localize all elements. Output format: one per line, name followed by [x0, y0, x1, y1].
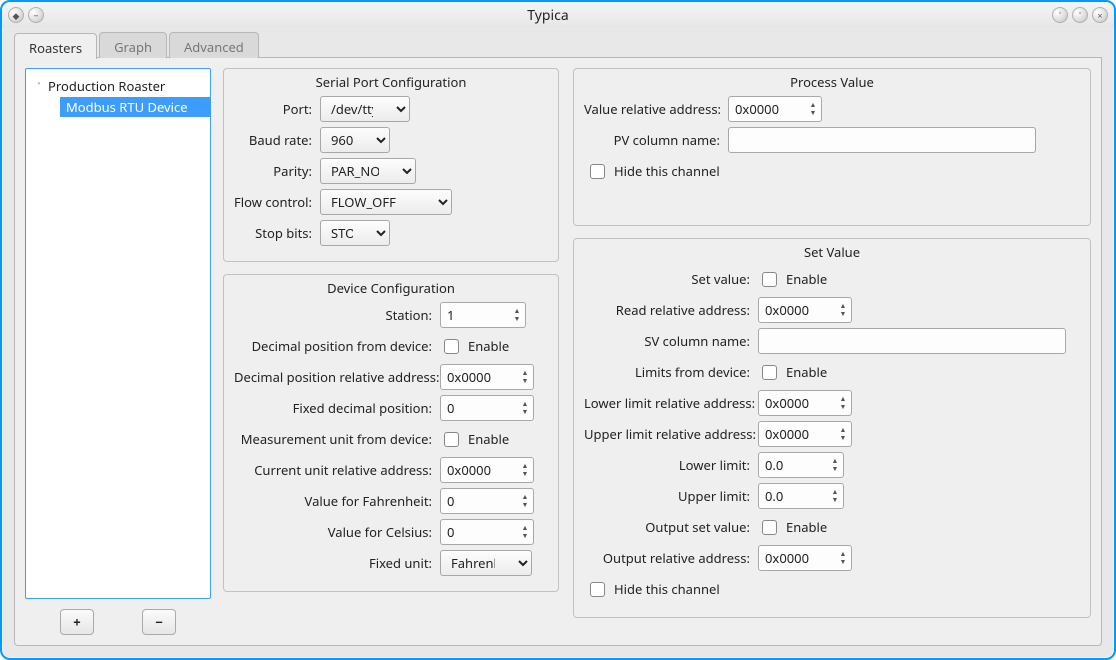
titlebar: ◆ − Typica ˅ ˄ ×	[2, 2, 1114, 28]
label-dec-rel-addr: Decimal position relative address:	[234, 368, 440, 386]
label-lower-addr: Lower limit relative address:	[584, 394, 758, 412]
label-flow: Flow control:	[234, 193, 320, 211]
label-val-celsius: Value for Celsius:	[234, 523, 440, 541]
label-stop: Stop bits:	[234, 224, 320, 242]
label-lower-limit: Lower limit:	[584, 456, 758, 474]
label-cur-unit-addr: Current unit relative address:	[234, 461, 440, 479]
label-meas-unit: Measurement unit from device:	[234, 430, 440, 448]
remove-button[interactable]: −	[142, 609, 176, 635]
tree-expander-icon[interactable]: ˅	[34, 79, 44, 93]
meas-unit-check[interactable]	[444, 432, 459, 447]
label-fixed-unit: Fixed unit:	[234, 554, 440, 572]
tree-node-label: Modbus RTU Device	[66, 98, 188, 116]
label-station: Station:	[234, 306, 440, 324]
label-sv-limits: Limits from device:	[584, 363, 758, 381]
label-val-fahrenheit: Value for Fahrenheit:	[234, 492, 440, 510]
add-button[interactable]: +	[60, 609, 94, 635]
pv-column-input[interactable]	[728, 127, 1036, 153]
label-pv-addr: Value relative address:	[584, 100, 728, 118]
label-output-sv: Output set value:	[584, 518, 758, 536]
plus-icon: +	[73, 613, 80, 631]
enable-label: Enable	[786, 270, 827, 288]
pv-hide-check[interactable]	[590, 164, 605, 179]
label-dec-from-device: Decimal position from device:	[234, 337, 440, 355]
label-sv-read-addr: Read relative address:	[584, 301, 758, 319]
device-tree[interactable]: ˅ Production Roaster Modbus RTU Device	[25, 68, 211, 599]
tree-node-child[interactable]: Modbus RTU Device	[60, 97, 210, 117]
group-title: Process Value	[584, 73, 1080, 91]
tab-advanced[interactable]: Advanced	[169, 32, 259, 58]
dec-from-device-check[interactable]	[444, 339, 459, 354]
sv-output-check[interactable]	[762, 520, 777, 535]
sv-column-input[interactable]	[758, 328, 1066, 354]
label-baud: Baud rate:	[234, 131, 320, 149]
titlebar-min-button[interactable]: ˅	[1052, 7, 1068, 23]
minus-icon: −	[155, 613, 163, 631]
window-title: Typica	[44, 6, 1052, 25]
hide-label: Hide this channel	[614, 162, 720, 180]
stop-combo[interactable]: STOP_1	[320, 220, 390, 246]
label-pv-column: PV column name:	[584, 131, 728, 149]
group-title: Set Value	[584, 243, 1080, 261]
group-device: Device Configuration Station: ▲▼ Decimal…	[223, 274, 559, 592]
parity-combo[interactable]: PAR_NONE	[320, 158, 416, 184]
flow-combo[interactable]: FLOW_OFF	[320, 189, 452, 215]
label-parity: Parity:	[234, 162, 320, 180]
enable-label: Enable	[786, 363, 827, 381]
label-sv-set: Set value:	[584, 270, 758, 288]
tab-page-roasters: ˅ Production Roaster Modbus RTU Device +…	[14, 58, 1102, 646]
enable-label: Enable	[786, 518, 827, 536]
group-title: Device Configuration	[234, 279, 548, 297]
port-combo[interactable]: /dev/ttyS0	[320, 96, 410, 122]
label-sv-column: SV column name:	[584, 332, 758, 350]
label-upper-limit: Upper limit:	[584, 487, 758, 505]
enable-label: Enable	[468, 337, 509, 355]
baud-combo[interactable]: 9600	[320, 127, 390, 153]
app-window: ◆ − Typica ˅ ˄ × Roasters Graph Advanced…	[0, 0, 1116, 660]
titlebar-close-button[interactable]: ×	[1092, 7, 1108, 23]
enable-label: Enable	[468, 430, 509, 448]
group-title: Serial Port Configuration	[234, 73, 548, 91]
sv-enable-check[interactable]	[762, 272, 777, 287]
tab-roasters[interactable]: Roasters	[14, 33, 97, 59]
label-output-addr: Output relative address:	[584, 549, 758, 567]
app-icon: ◆	[8, 7, 24, 23]
group-serial: Serial Port Configuration Port: /dev/tty…	[223, 68, 559, 262]
sv-hide-check[interactable]	[590, 582, 605, 597]
group-process-value: Process Value Value relative address: ▲▼…	[573, 68, 1091, 226]
label-port: Port:	[234, 100, 320, 118]
titlebar-shade-button[interactable]: −	[28, 7, 44, 23]
titlebar-max-button[interactable]: ˄	[1072, 7, 1088, 23]
sv-limits-check[interactable]	[762, 365, 777, 380]
tree-node-root[interactable]: ˅ Production Roaster	[26, 75, 210, 97]
tab-graph[interactable]: Graph	[99, 32, 167, 58]
tree-node-label: Production Roaster	[48, 77, 165, 95]
group-set-value: Set Value Set value: Enable Read relativ…	[573, 238, 1091, 618]
fixed-unit-combo[interactable]: Fahrenheit	[440, 550, 532, 576]
tab-bar: Roasters Graph Advanced	[14, 32, 1102, 58]
label-upper-addr: Upper limit relative address:	[584, 425, 758, 443]
label-fixed-dec: Fixed decimal position:	[234, 399, 440, 417]
hide-label: Hide this channel	[614, 580, 720, 598]
